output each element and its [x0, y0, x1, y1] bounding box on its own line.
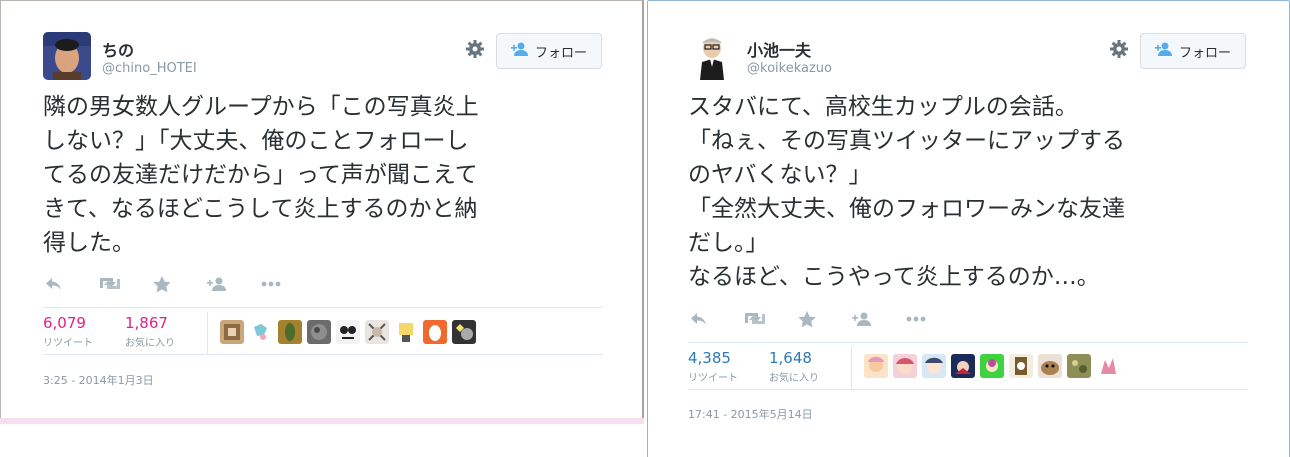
- follow-button-label: フォロー: [534, 45, 587, 61]
- favoriter-avatar[interactable]: [951, 354, 975, 378]
- reply-icon[interactable]: [690, 309, 744, 329]
- favorite-count-value: 1,648: [769, 349, 812, 367]
- retweet-count-label: リツイート: [43, 338, 93, 349]
- favorite-count-label: お気に入り: [769, 373, 819, 384]
- gear-icon[interactable]: [464, 38, 486, 60]
- favoriters-list: [220, 320, 476, 344]
- favoriter-avatar[interactable]: [980, 354, 1004, 378]
- favoriter-avatar[interactable]: [394, 320, 418, 344]
- gear-icon[interactable]: [1108, 38, 1130, 60]
- stats-separator: [207, 312, 208, 354]
- follow-button[interactable]: フォロー: [1140, 33, 1246, 69]
- retweet-icon[interactable]: [99, 274, 153, 294]
- divider: [43, 354, 603, 355]
- tweet-actions: [45, 274, 315, 294]
- display-name[interactable]: ちの: [102, 37, 134, 61]
- favoriter-avatar[interactable]: [452, 320, 476, 344]
- tweet-card-right: 小池一夫 @koikekazuo フォロー スタバにて、高校生カップルの会話。 …: [647, 0, 1290, 457]
- favorite-count[interactable]: 1,867 お気に入り: [125, 314, 175, 349]
- retweet-count-value: 6,079: [43, 314, 86, 332]
- favoriter-avatar[interactable]: [1038, 354, 1062, 378]
- favoriter-avatar[interactable]: [307, 320, 331, 344]
- add-user-icon: [510, 42, 529, 60]
- retweet-icon[interactable]: [744, 309, 798, 329]
- favoriter-avatar[interactable]: [1067, 354, 1091, 378]
- favoriter-avatar[interactable]: [423, 320, 447, 344]
- favoriter-avatar[interactable]: [864, 354, 888, 378]
- follow-user-icon[interactable]: [207, 274, 261, 294]
- divider: [688, 342, 1248, 343]
- favorite-icon[interactable]: [798, 309, 852, 329]
- tweet-card-left: ちの @chino_HOTEI フォロー 隣の男女数人グループから「この写真炎上…: [0, 0, 644, 423]
- avatar[interactable]: [688, 32, 736, 80]
- retweet-count-value: 4,385: [688, 349, 731, 367]
- follow-button[interactable]: フォロー: [496, 33, 602, 69]
- tweet-actions: [690, 309, 960, 329]
- favoriter-avatar[interactable]: [1009, 354, 1033, 378]
- favoriter-avatar[interactable]: [336, 320, 360, 344]
- favoriter-avatar[interactable]: [278, 320, 302, 344]
- retweet-count-label: リツイート: [688, 373, 738, 384]
- tweet-timestamp[interactable]: 17:41 - 2015年5月14日: [688, 406, 813, 422]
- favoriters-list: [864, 354, 1120, 378]
- stats-separator: [851, 347, 852, 389]
- user-handle[interactable]: @koikekazuo: [747, 61, 832, 76]
- card-bottom-strip: [0, 418, 644, 424]
- divider: [43, 307, 603, 308]
- favorite-count[interactable]: 1,648 お気に入り: [769, 349, 819, 384]
- tweet-text: スタバにて、高校生カップルの会話。 「ねぇ、その写真ツイッターにアップする のヤ…: [688, 94, 1125, 290]
- more-icon[interactable]: [906, 309, 960, 329]
- favorite-count-label: お気に入り: [125, 338, 175, 349]
- favorite-count-value: 1,867: [125, 314, 168, 332]
- retweet-count[interactable]: 4,385 リツイート: [688, 349, 738, 384]
- favoriter-avatar[interactable]: [249, 320, 273, 344]
- favorite-icon[interactable]: [153, 274, 207, 294]
- follow-user-icon[interactable]: [852, 309, 906, 329]
- more-icon[interactable]: [261, 274, 315, 294]
- display-name[interactable]: 小池一夫: [747, 37, 811, 61]
- retweet-count[interactable]: 6,079 リツイート: [43, 314, 93, 349]
- favoriter-avatar[interactable]: [893, 354, 917, 378]
- follow-button-label: フォロー: [1178, 45, 1231, 61]
- divider: [688, 389, 1248, 390]
- avatar[interactable]: [43, 32, 91, 80]
- add-user-icon: [1154, 42, 1173, 60]
- reply-icon[interactable]: [45, 274, 99, 294]
- user-handle[interactable]: @chino_HOTEI: [102, 61, 197, 76]
- favoriter-avatar[interactable]: [365, 320, 389, 344]
- favoriter-avatar[interactable]: [922, 354, 946, 378]
- tweet-text: 隣の男女数人グループから「この写真炎上 しない？」「大丈夫、俺のことフォローし …: [43, 94, 479, 256]
- favoriter-avatar[interactable]: [1096, 354, 1120, 378]
- tweet-timestamp[interactable]: 3:25 - 2014年1月3日: [43, 372, 154, 388]
- favoriter-avatar[interactable]: [220, 320, 244, 344]
